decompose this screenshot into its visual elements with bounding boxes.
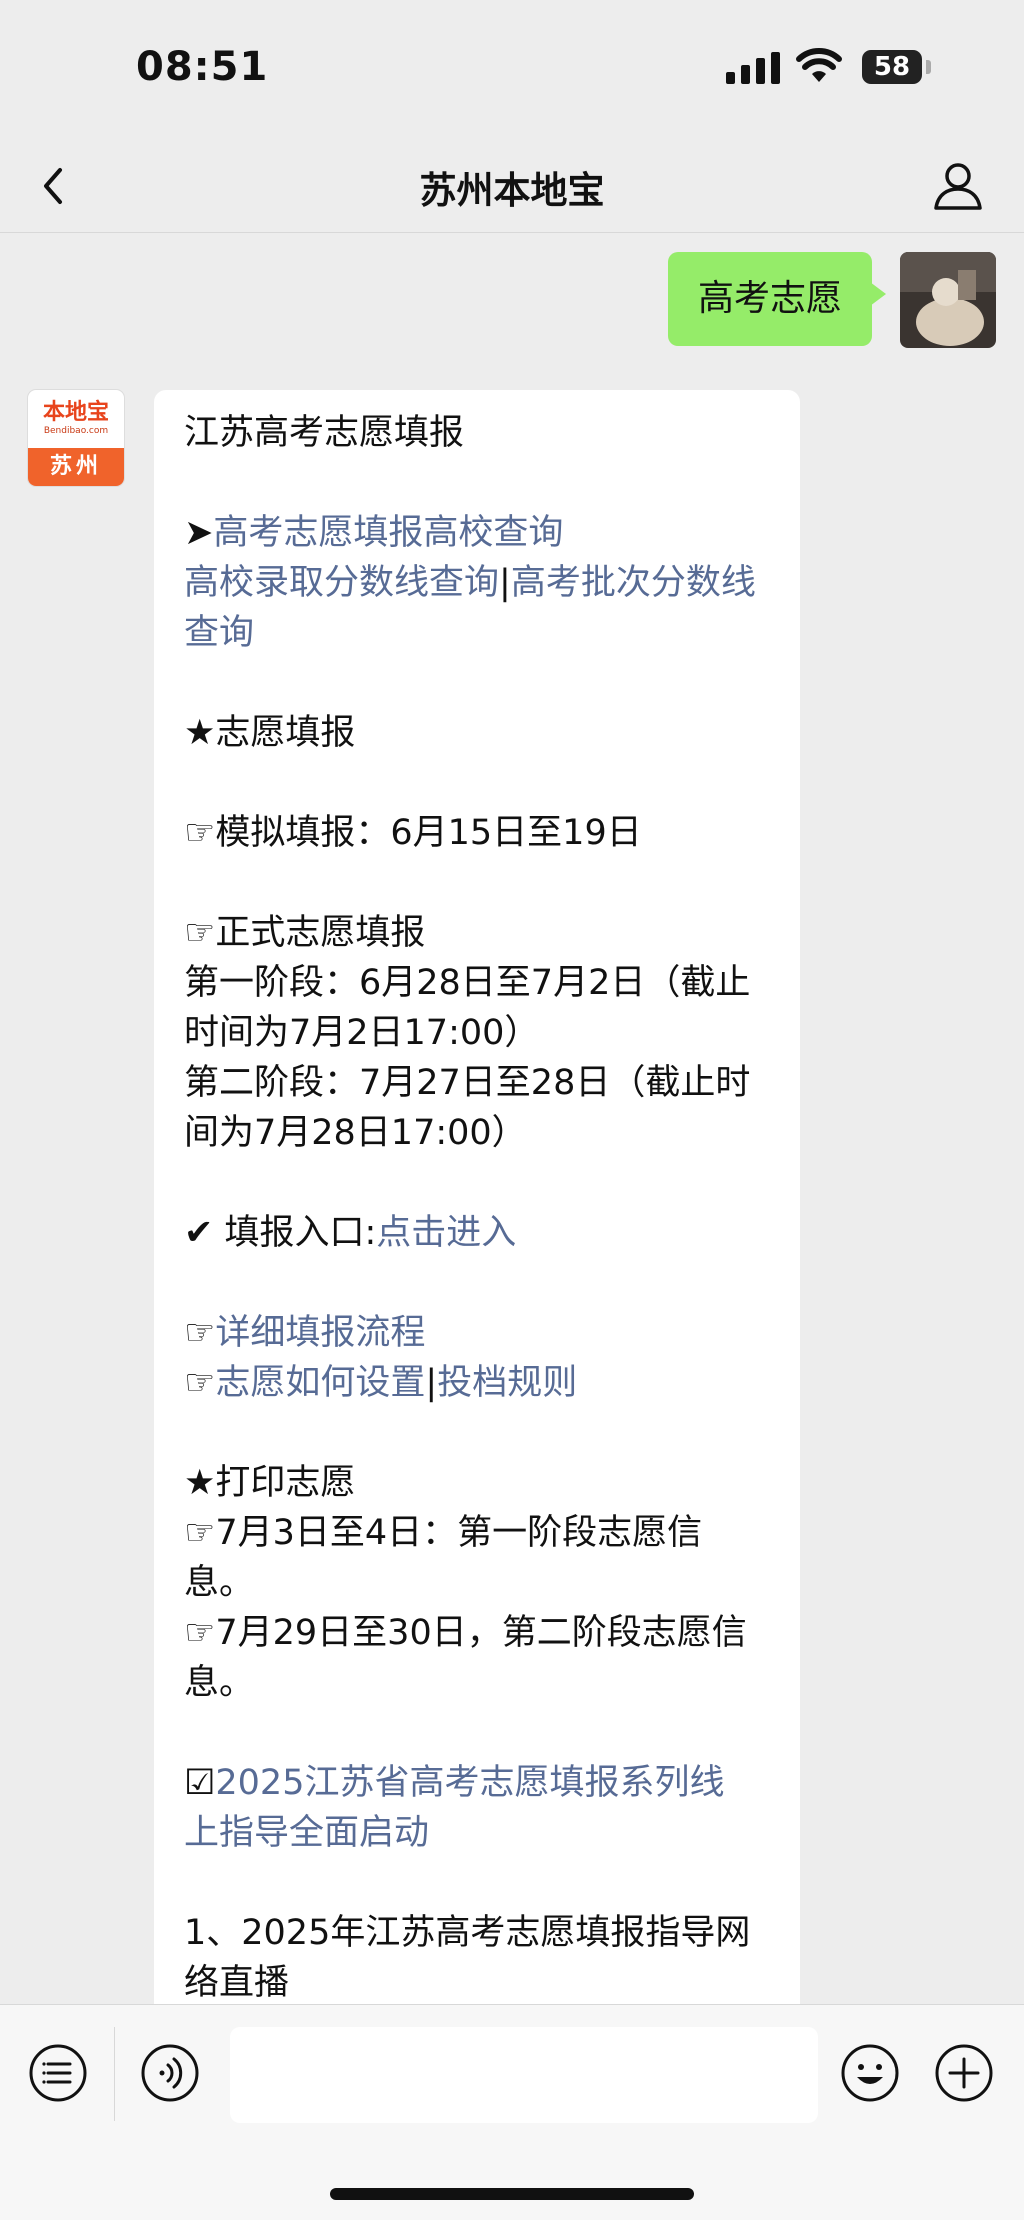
phase1-line-a: 第一阶段：6月28日至7月2日（截止 — [184, 963, 751, 1003]
user-avatar-image — [900, 252, 996, 348]
message-title: 江苏高考志愿填报 — [184, 413, 465, 453]
entry-line: ✔ 填报入口:点击进入 — [184, 1208, 770, 1258]
print1-line-a: ☞7月3日至4日：第一阶段志愿信 — [184, 1513, 703, 1553]
logo-site: Bendibao.com — [43, 426, 109, 436]
profile-icon[interactable] — [928, 156, 988, 216]
divider — [114, 2027, 115, 2121]
link-detailed-flow[interactable]: 详细填报流程 — [215, 1313, 425, 1353]
section-fill: ★志愿填报 — [184, 713, 356, 753]
plus-icon[interactable] — [934, 2043, 994, 2103]
emoji-icon[interactable] — [840, 2043, 900, 2103]
home-indicator[interactable] — [330, 2188, 694, 2200]
nav-bar: 苏州本地宝 — [0, 140, 1024, 233]
setup-line: ☞志愿如何设置|投档规则 — [184, 1358, 770, 1408]
battery-indicator: 58 — [862, 50, 922, 84]
phase2-line-b: 间为7月28日17:00） — [184, 1113, 527, 1153]
bendibao-avatar[interactable]: 本地宝 Bendibao.com 苏州 — [28, 390, 124, 486]
print1-line-b: 息。 — [184, 1563, 255, 1603]
print2-line-b: 息。 — [184, 1663, 255, 1703]
phase2-line-a: 第二阶段：7月27日至28日（截止时 — [184, 1063, 751, 1103]
hand-icon: ☞ — [184, 1313, 216, 1353]
flow-line: ☞详细填报流程 — [184, 1308, 770, 1358]
link-batch-score-cont[interactable]: 查询 — [184, 613, 254, 653]
voice-icon[interactable] — [140, 2043, 200, 2103]
link-2025-guide[interactable]: 2025江苏省高考志愿填报系列线 — [215, 1763, 724, 1803]
bendibao-logo: 本地宝 Bendibao.com — [28, 390, 124, 448]
arrow-icon: ➤ — [184, 513, 214, 553]
print2-line-a: ☞7月29日至30日，第二阶段志愿信 — [184, 1613, 747, 1653]
incoming-bubble: 江苏高考志愿填报 ➤高考志愿填报高校查询 高校录取分数线查询|高考批次分数线 查… — [154, 390, 800, 2090]
college-query-line: ➤高考志愿填报高校查询 — [184, 508, 770, 558]
battery-tip — [926, 60, 931, 74]
item1-line-a: 1、2025年江苏高考志愿填报指导网 — [184, 1913, 751, 1953]
user-avatar[interactable] — [900, 252, 996, 348]
formal-fill: ☞正式志愿填报 — [184, 913, 426, 953]
guide-line: ☑2025江苏省高考志愿填报系列线 — [184, 1758, 770, 1808]
wifi-icon — [796, 48, 842, 82]
separator: | — [425, 1363, 438, 1403]
section-print: ★打印志愿 — [184, 1463, 356, 1503]
link-setup[interactable]: 志愿如何设置 — [215, 1363, 425, 1403]
simulated-fill: ☞模拟填报：6月15日至19日 — [184, 813, 642, 853]
link-rules[interactable]: 投档规则 — [437, 1363, 577, 1403]
separator: | — [499, 563, 511, 603]
logo-text: 本地宝 — [42, 400, 109, 425]
link-2025-guide-cont[interactable]: 上指导全面启动 — [184, 1813, 429, 1853]
status-time: 08:51 — [136, 44, 269, 90]
cutoff-line-cont: 查询 — [184, 608, 770, 658]
cutoff-line: 高校录取分数线查询|高考批次分数线 — [184, 558, 770, 608]
phase1-line-b: 时间为7月2日17:00） — [184, 1013, 540, 1053]
menu-list-icon[interactable] — [28, 2043, 88, 2103]
message-input[interactable] — [230, 2027, 818, 2123]
item1-line-b: 络直播 — [184, 1963, 290, 2003]
link-college-query[interactable]: 高考志愿填报高校查询 — [213, 513, 563, 553]
link-enter[interactable]: 点击进入 — [376, 1213, 516, 1253]
outgoing-bubble[interactable]: 高考志愿 — [667, 252, 887, 346]
link-cutoff-score[interactable]: 高校录取分数线查询 — [184, 563, 499, 603]
hand-icon: ☞ — [184, 1363, 216, 1403]
link-batch-score[interactable]: 高考批次分数线 — [511, 563, 756, 603]
guide-line-cont: 上指导全面启动 — [184, 1808, 770, 1858]
status-bar: 08:51 58 — [0, 0, 1024, 140]
chat-title: 苏州本地宝 — [419, 169, 605, 212]
logo-city: 苏州 — [28, 448, 124, 486]
outgoing-message: 高考志愿 — [667, 252, 996, 348]
checkbox-icon: ☑ — [184, 1763, 216, 1803]
entry-label: ✔ 填报入口: — [184, 1213, 377, 1253]
cellular-signal-icon — [726, 52, 780, 84]
